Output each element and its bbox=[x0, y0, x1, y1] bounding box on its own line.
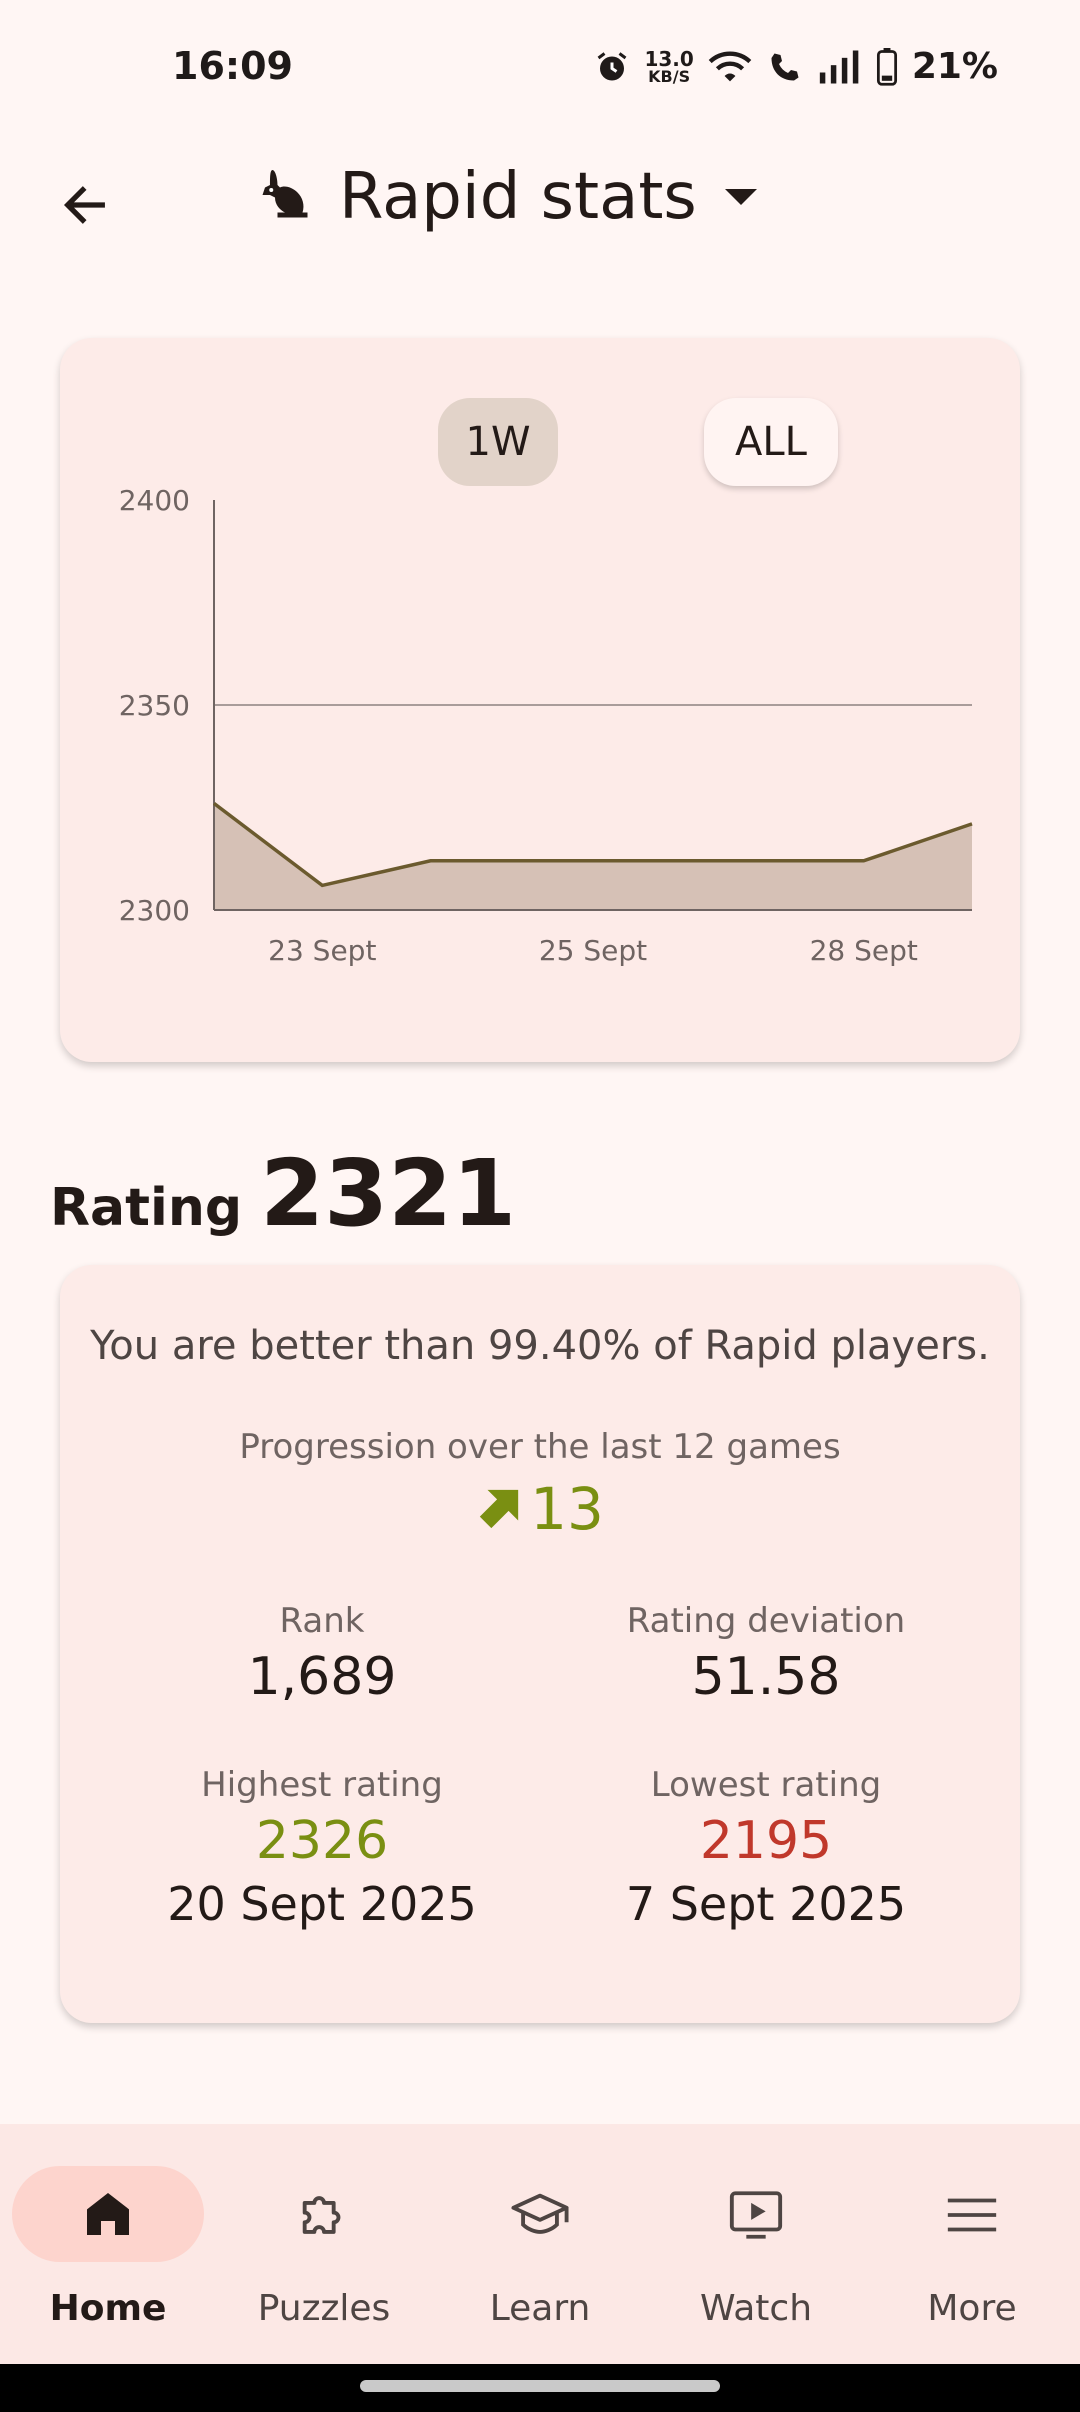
lowest-rating-label: Lowest rating bbox=[650, 1765, 882, 1805]
stats-card: You are better than 99.40% of Rapid play… bbox=[60, 1265, 1020, 2023]
progression-label: Progression over the last 12 games bbox=[239, 1427, 841, 1467]
nav-item-watch[interactable]: Watch bbox=[660, 2166, 860, 2346]
deviation-stat: Rating deviation 51.58 bbox=[546, 1601, 986, 1707]
status-time: 16:09 bbox=[172, 44, 293, 88]
x-tick-label: 23 Sept bbox=[268, 934, 376, 967]
range-1w-button[interactable]: 1W bbox=[438, 398, 558, 486]
battery-icon bbox=[876, 47, 898, 86]
rabbit-icon bbox=[255, 164, 315, 230]
y-tick-label: 2350 bbox=[119, 689, 190, 722]
rank-label: Rank bbox=[279, 1601, 365, 1641]
percentile-text: You are better than 99.40% of Rapid play… bbox=[90, 1323, 990, 1369]
range-all-button[interactable]: ALL bbox=[704, 398, 838, 486]
page-title: Rapid stats bbox=[339, 160, 697, 234]
graduation-cap-icon bbox=[444, 2186, 636, 2244]
y-tick-label: 2400 bbox=[119, 484, 190, 517]
rating-label: Rating bbox=[50, 1178, 243, 1238]
network-speed-unit: KB/S bbox=[648, 66, 691, 86]
rating-value: 2321 bbox=[260, 1140, 517, 1247]
nav-label-puzzles: Puzzles bbox=[257, 2288, 391, 2329]
rating-chart-card: 2400 2350 2300 23 Sept 25 Sept 28 Sept 1W ALL bbox=[60, 338, 1020, 1062]
network-speed-value: 13.0 bbox=[644, 46, 694, 71]
highest-rating-value: 2326 bbox=[255, 1811, 389, 1871]
progression-value-row: 13 bbox=[60, 1475, 1020, 1543]
app-bar: Rapid stats bbox=[0, 140, 1080, 250]
rating-area-fill bbox=[214, 803, 972, 910]
nav-label-watch: Watch bbox=[699, 2288, 813, 2329]
back-button[interactable] bbox=[50, 170, 120, 240]
rank-stat: Rank 1,689 bbox=[102, 1601, 542, 1707]
lowest-rating-date: 7 Sept 2025 bbox=[625, 1877, 907, 1931]
y-tick-label: 2300 bbox=[119, 894, 190, 927]
nav-item-puzzles[interactable]: Puzzles bbox=[228, 2166, 428, 2346]
system-gesture-bar bbox=[0, 2364, 1080, 2412]
nav-item-learn[interactable]: Learn bbox=[444, 2166, 644, 2346]
x-tick-label: 28 Sept bbox=[810, 934, 918, 967]
bottom-navigation: Home Puzzles Learn Watch More bbox=[0, 2124, 1080, 2364]
highest-rating-label: Highest rating bbox=[201, 1765, 443, 1805]
rank-value: 1,689 bbox=[247, 1647, 397, 1707]
status-icons: 13.0 KB/S 21% bbox=[594, 46, 998, 87]
nav-label-home: Home bbox=[49, 2288, 167, 2329]
deviation-value: 51.58 bbox=[691, 1647, 841, 1707]
nav-label-learn: Learn bbox=[489, 2288, 591, 2329]
menu-icon bbox=[876, 2186, 1068, 2244]
status-bar: 16:09 13.0 KB/S 21% bbox=[0, 0, 1080, 140]
signal-icon bbox=[818, 50, 862, 84]
arrow-back-icon bbox=[63, 186, 105, 224]
highest-rating-date: 20 Sept 2025 bbox=[167, 1877, 477, 1931]
chevron-down-icon bbox=[724, 189, 757, 205]
nav-item-home[interactable]: Home bbox=[12, 2166, 212, 2346]
alarm-icon bbox=[594, 49, 630, 85]
gesture-handle[interactable] bbox=[360, 2380, 720, 2392]
highest-rating-stat: Highest rating 2326 20 Sept 2025 bbox=[102, 1765, 542, 1931]
network-speed: 13.0 KB/S bbox=[644, 49, 693, 85]
lowest-rating-stat: Lowest rating 2195 7 Sept 2025 bbox=[546, 1765, 986, 1931]
home-icon bbox=[12, 2186, 204, 2242]
wifi-calling-icon bbox=[766, 49, 804, 85]
puzzle-icon bbox=[228, 2186, 420, 2244]
title-dropdown[interactable]: Rapid stats bbox=[255, 152, 757, 242]
battery-percent: 21% bbox=[911, 46, 998, 87]
arrow-up-right-icon bbox=[479, 1489, 519, 1529]
wifi-icon bbox=[708, 49, 752, 85]
x-tick-label: 25 Sept bbox=[539, 934, 647, 967]
nav-item-more[interactable]: More bbox=[876, 2166, 1076, 2346]
progression-value: 13 bbox=[530, 1475, 604, 1543]
lowest-rating-value: 2195 bbox=[699, 1811, 833, 1871]
nav-label-more: More bbox=[927, 2288, 1017, 2329]
rating-heading: Rating 2321 bbox=[50, 1140, 516, 1247]
tv-play-icon bbox=[660, 2186, 852, 2244]
deviation-label: Rating deviation bbox=[626, 1601, 906, 1641]
